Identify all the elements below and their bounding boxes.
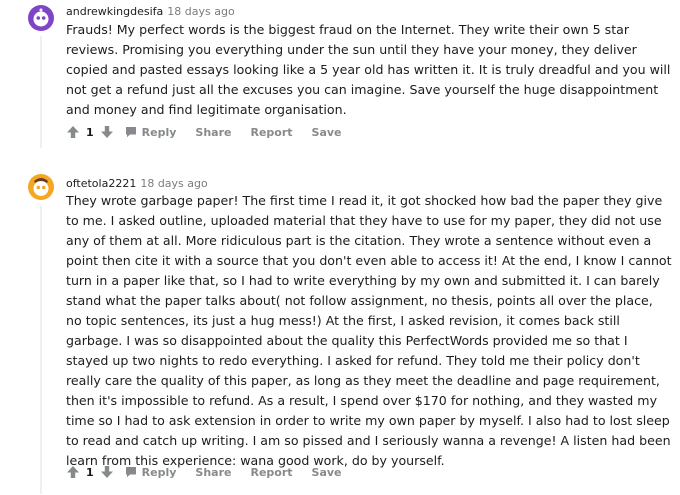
thread-line[interactable] — [40, 206, 42, 494]
save-label: Save — [311, 125, 342, 139]
reply-label: Reply — [141, 465, 177, 479]
vote-score: 1 — [86, 465, 94, 479]
share-button[interactable]: Share — [195, 466, 231, 479]
reply-button[interactable]: Reply — [124, 465, 177, 479]
report-label: Report — [250, 125, 293, 139]
report-button[interactable]: Report — [250, 466, 292, 479]
save-button[interactable]: Save — [312, 126, 342, 139]
vote-score: 1 — [86, 125, 94, 139]
reply-button[interactable]: Reply — [124, 125, 177, 139]
save-label: Save — [311, 465, 342, 479]
comment-bubble-icon — [125, 467, 136, 478]
comment-thread: andrewkingdesifa 18 days ago Frauds! My p… — [0, 0, 680, 495]
comment-actions: 1 Reply Share Report Save — [66, 122, 342, 142]
thread-line[interactable] — [40, 36, 42, 148]
vote-controls: 1 — [66, 125, 114, 139]
avatar[interactable] — [28, 5, 54, 31]
share-label: Share — [195, 465, 232, 479]
timestamp[interactable]: 18 days ago — [140, 177, 207, 190]
comment-body: Frauds! My perfect words is the biggest … — [66, 22, 671, 117]
username[interactable]: oftetola2221 — [66, 177, 136, 190]
report-label: Report — [250, 465, 293, 479]
share-button[interactable]: Share — [195, 126, 231, 139]
report-button[interactable]: Report — [250, 126, 292, 139]
comment-meta: oftetola2221 18 days ago — [66, 177, 208, 191]
comment-bubble-icon — [125, 127, 136, 138]
avatar[interactable] — [28, 174, 54, 200]
timestamp[interactable]: 18 days ago — [167, 5, 234, 18]
comment-body: They wrote garbage paper! The first time… — [66, 193, 672, 468]
reply-label: Reply — [141, 125, 177, 139]
comment-actions: 1 Reply Share Report Save — [66, 462, 342, 482]
upvote-icon[interactable] — [66, 125, 80, 139]
upvote-icon[interactable] — [66, 465, 80, 479]
comment-meta: andrewkingdesifa 18 days ago — [66, 5, 235, 19]
downvote-icon[interactable] — [100, 125, 114, 139]
share-label: Share — [195, 125, 232, 139]
save-button[interactable]: Save — [312, 466, 342, 479]
vote-controls: 1 — [66, 465, 114, 479]
username[interactable]: andrewkingdesifa — [66, 5, 163, 18]
downvote-icon[interactable] — [100, 465, 114, 479]
